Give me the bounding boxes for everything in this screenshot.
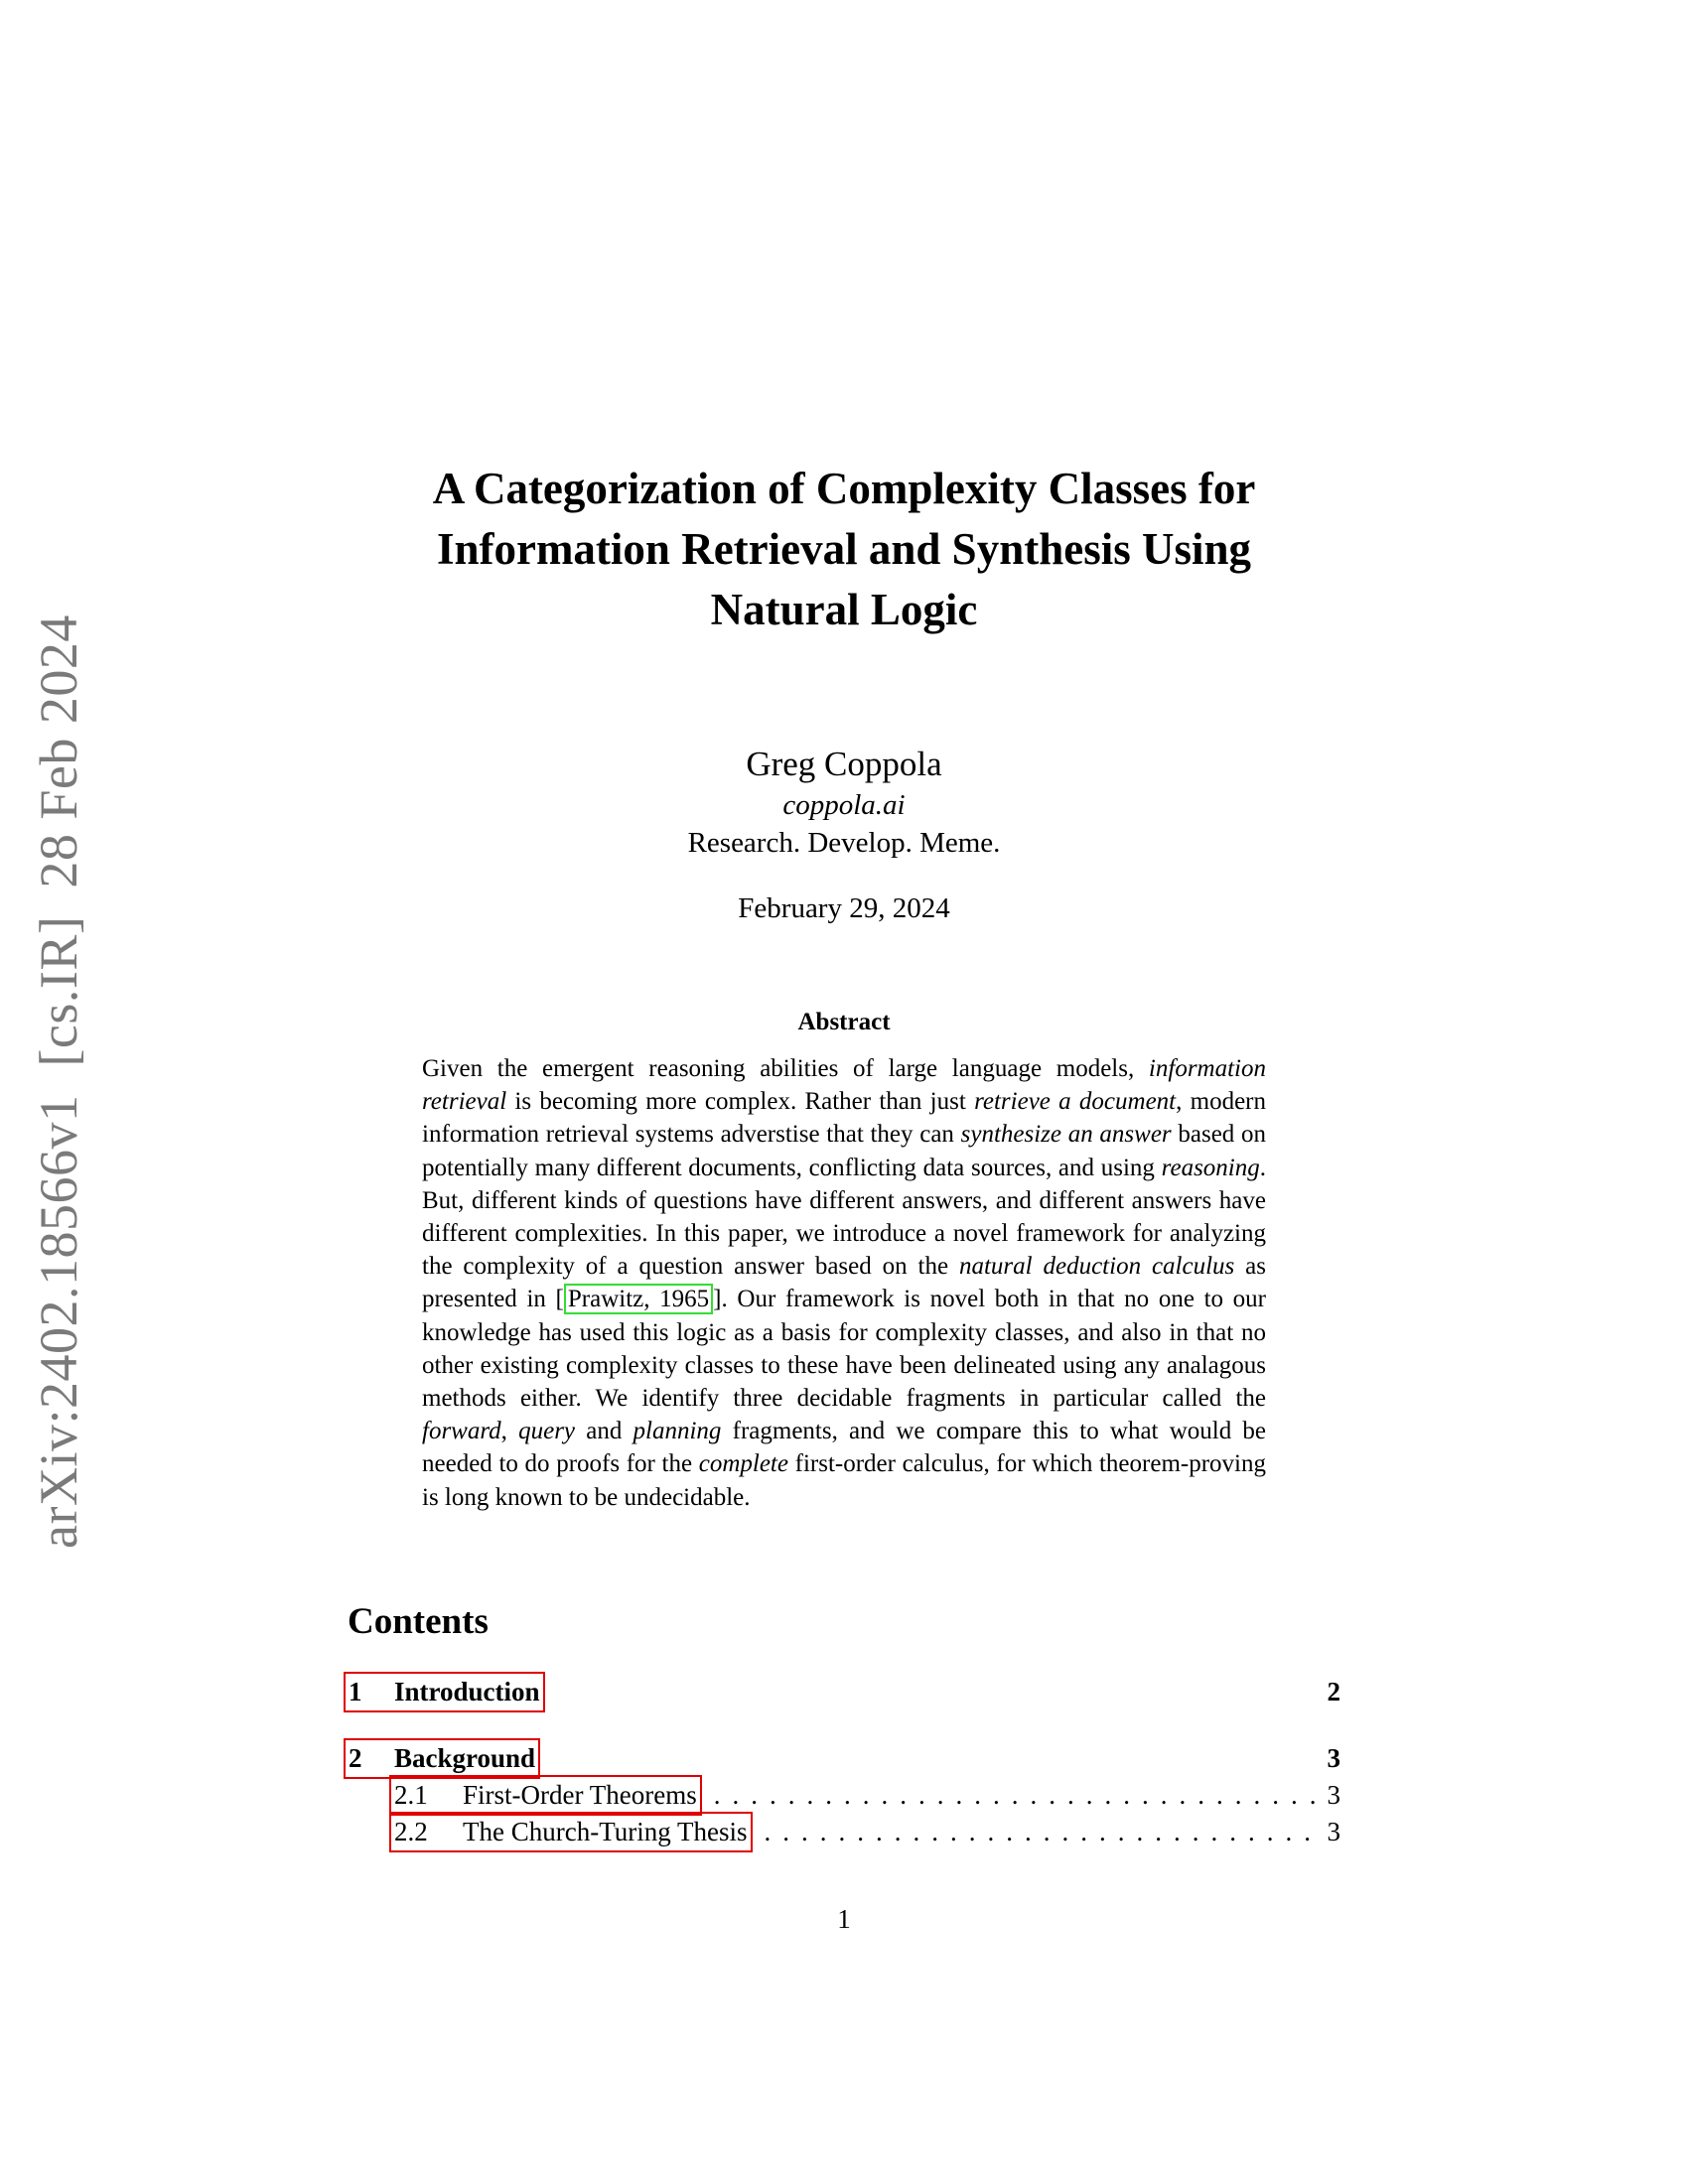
toc-leader-dots: ........................................… (764, 1817, 1322, 1846)
author-motto: Research. Develop. Meme. (687, 827, 1001, 859)
toc-page-number: 3 (1327, 1780, 1341, 1810)
abstract-text: Given the emergent reasoning abilities o… (422, 1055, 1149, 1082)
toc-number: 2.1 (394, 1780, 428, 1810)
paper-date: February 29, 2024 (738, 892, 950, 924)
title-line: A Categorization of Complexity Classes f… (432, 464, 1256, 513)
paper-title: A Categorization of Complexity Classes f… (348, 459, 1340, 640)
abstract-emphasis: synthesize an answer (960, 1121, 1172, 1149)
abstract-text: and (575, 1418, 633, 1445)
toc-title: Background (394, 1743, 536, 1773)
toc-title: The Church-Turing Thesis (463, 1817, 748, 1846)
toc-leader-dots: ........................................… (713, 1780, 1321, 1810)
table-of-contents: 1 Introduction 2 2 Background 3 2.1 First-Order… (344, 1672, 1341, 1852)
toc-entry: 2.1 First-Order Theorems.................… (344, 1775, 1341, 1816)
arxiv-identifier-stamp: arXiv:2402.18566v1 [cs.IR] 28 Feb 2024 (29, 614, 88, 1549)
toc-link[interactable]: 2.2 The Church-Turing Thesis (389, 1812, 753, 1852)
author-name: Greg Coppola (746, 745, 942, 783)
abstract-text: is becoming more complex. Rather than ju… (506, 1088, 975, 1116)
toc-number: 1 (349, 1677, 362, 1706)
contents-heading: Contents (348, 1601, 489, 1642)
page-number: 1 (837, 1904, 851, 1934)
abstract-emphasis: reasoning (1161, 1154, 1260, 1181)
toc-entry: 2 Background 3 (344, 1738, 1341, 1779)
toc-number: 2 (349, 1743, 362, 1773)
toc-page-number: 3 (1327, 1743, 1341, 1773)
abstract-body: Given the emergent reasoning abilities o… (422, 1052, 1266, 1514)
abstract-emphasis: query (518, 1418, 576, 1445)
author-block: Greg Coppola coppola.ai Research. Develo… (348, 743, 1340, 927)
abstract-emphasis: natural deduction calculus (958, 1253, 1235, 1281)
abstract-emphasis: forward (422, 1418, 501, 1445)
toc-entry: 1 Introduction 2 (344, 1672, 1341, 1712)
toc-number: 2.2 (394, 1817, 428, 1846)
toc-title: First-Order Theorems (463, 1780, 697, 1810)
abstract-heading: Abstract (797, 1009, 891, 1035)
toc-page-number: 2 (1327, 1677, 1341, 1706)
toc-entry: 2.2 The Church-Turing Thesis.............… (344, 1812, 1341, 1852)
author-affiliation: coppola.ai (782, 789, 906, 821)
citation-link[interactable]: Prawitz, 1965 (563, 1284, 714, 1315)
toc-link[interactable]: 1 Introduction (344, 1672, 545, 1712)
abstract-emphasis: retrieve a document (974, 1088, 1177, 1116)
abstract-text: , (500, 1418, 519, 1445)
title-line: Natural Logic (710, 585, 978, 634)
abstract-emphasis: planning (633, 1418, 722, 1445)
toc-title: Introduction (394, 1677, 540, 1706)
toc-page-number: 3 (1327, 1817, 1341, 1846)
title-line: Information Retrieval and Synthesis Usin… (436, 524, 1252, 574)
toc-link[interactable]: 2.1 First-Order Theorems (389, 1775, 702, 1816)
abstract-emphasis: complete (698, 1450, 788, 1478)
toc-link[interactable]: 2 Background (344, 1738, 541, 1779)
